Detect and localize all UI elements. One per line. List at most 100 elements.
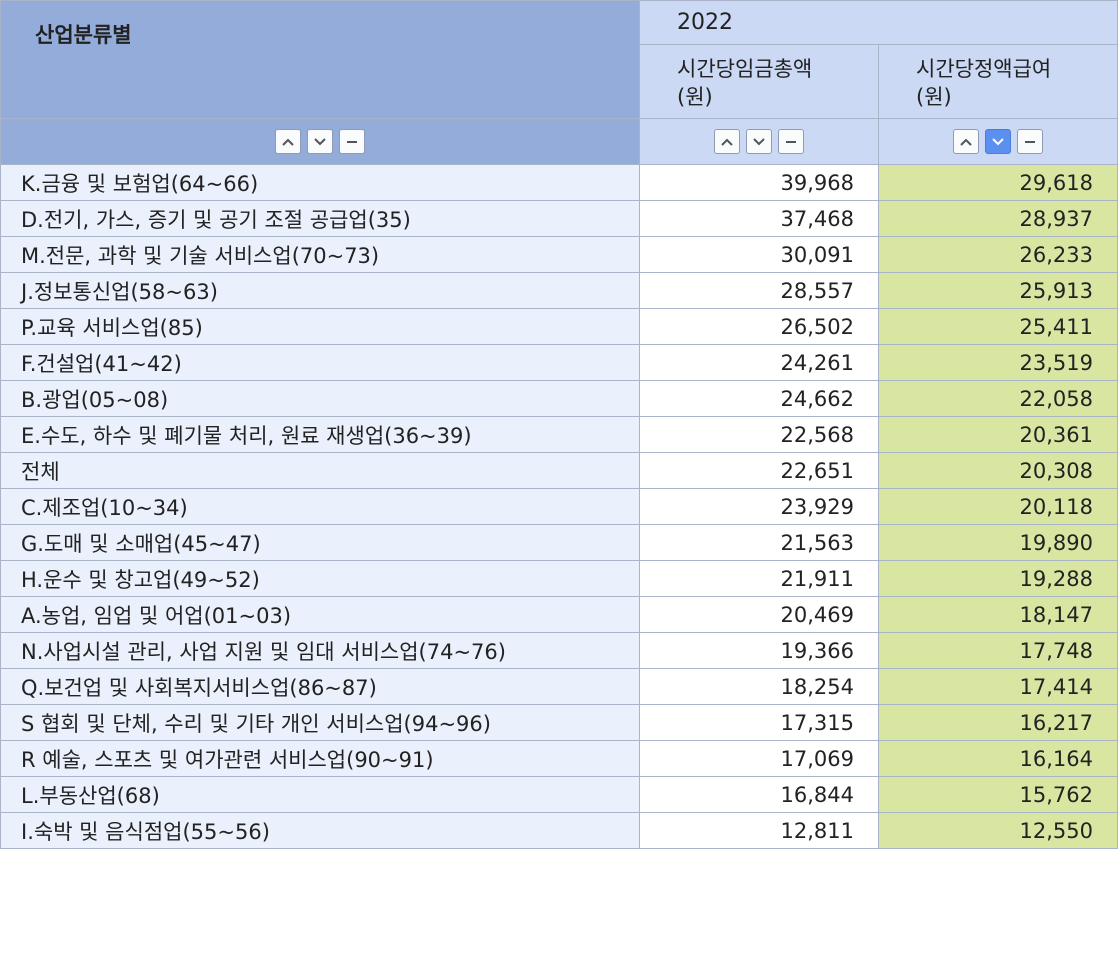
- row-total-wage-cell: 24,261: [639, 344, 879, 381]
- row-total-wage-cell: 20,469: [639, 596, 879, 633]
- table-row: D.전기, 가스, 증기 및 공기 조절 공급업(35) 37,468 28,937: [0, 200, 1118, 237]
- row-category-cell: S 협회 및 단체, 수리 및 기타 개인 서비스업(94~96): [0, 704, 640, 741]
- row-total-wage-cell: 26,502: [639, 308, 879, 345]
- sort-ascending-button[interactable]: [714, 129, 740, 154]
- row-category-cell: N.사업시설 관리, 사업 지원 및 임대 서비스업(74~76): [0, 632, 640, 669]
- row-fixed-wage-cell: 28,937: [878, 200, 1118, 237]
- row-category-cell: H.운수 및 창고업(49~52): [0, 560, 640, 597]
- row-fixed-wage-cell: 15,762: [878, 776, 1118, 813]
- table-row: 전체 22,651 20,308: [0, 452, 1118, 489]
- row-total-wage-cell: 17,315: [639, 704, 879, 741]
- minus-icon: [786, 140, 796, 143]
- row-category-cell: 전체: [0, 452, 640, 489]
- row-fixed-wage-cell: 26,233: [878, 236, 1118, 273]
- row-fixed-wage-cell: 20,118: [878, 488, 1118, 525]
- row-total-wage-cell: 21,911: [639, 560, 879, 597]
- row-category-cell: F.건설업(41~42): [0, 344, 640, 381]
- chevron-down-icon: [314, 137, 326, 145]
- row-total-wage-cell: 12,811: [639, 812, 879, 849]
- table-row: R 예술, 스포츠 및 여가관련 서비스업(90~91) 17,069 16,164: [0, 740, 1118, 777]
- row-fixed-wage-cell: 29,618: [878, 164, 1118, 201]
- row-fixed-wage-cell: 17,748: [878, 632, 1118, 669]
- row-total-wage-cell: 21,563: [639, 524, 879, 561]
- sort-none-button[interactable]: [1017, 129, 1043, 154]
- table-row: N.사업시설 관리, 사업 지원 및 임대 서비스업(74~76) 19,366 1…: [0, 632, 1118, 669]
- row-total-wage-cell: 22,651: [639, 452, 879, 489]
- row-fixed-wage-cell: 22,058: [878, 380, 1118, 417]
- chevron-up-icon: [282, 138, 294, 146]
- chevron-up-icon: [721, 138, 733, 146]
- table-row: K.금융 및 보험업(64~66) 39,968 29,618: [0, 164, 1118, 201]
- row-fixed-wage-cell: 20,361: [878, 416, 1118, 453]
- row-category-cell: A.농업, 임업 및 어업(01~03): [0, 596, 640, 633]
- chevron-up-icon: [960, 138, 972, 146]
- sort-descending-button[interactable]: [307, 129, 333, 154]
- category-header-label: 산업분류별: [35, 23, 132, 47]
- row-category-cell: D.전기, 가스, 증기 및 공기 조절 공급업(35): [0, 200, 640, 237]
- table-row: E.수도, 하수 및 폐기물 처리, 원료 재생업(36~39) 22,568 20…: [0, 416, 1118, 453]
- row-total-wage-cell: 19,366: [639, 632, 879, 669]
- row-category-cell: C.제조업(10~34): [0, 488, 640, 525]
- chevron-down-icon: [992, 137, 1004, 145]
- row-fixed-wage-cell: 20,308: [878, 452, 1118, 489]
- stats-table: 산업분류별 2022 시간당임금총액 (원) 시간당정액급여 (원) K.금융 …: [0, 0, 1118, 849]
- table-row: J.정보통신업(58~63) 28,557 25,913: [0, 272, 1118, 309]
- column-header-label: 시간당정액급여 (원): [916, 57, 1052, 109]
- row-total-wage-cell: 37,468: [639, 200, 879, 237]
- table-row: H.운수 및 창고업(49~52) 21,911 19,288: [0, 560, 1118, 597]
- category-sort-controls: [0, 118, 640, 165]
- row-total-wage-cell: 23,929: [639, 488, 879, 525]
- row-total-wage-cell: 17,069: [639, 740, 879, 777]
- sort-ascending-button[interactable]: [275, 129, 301, 154]
- row-fixed-wage-cell: 19,288: [878, 560, 1118, 597]
- row-fixed-wage-cell: 23,519: [878, 344, 1118, 381]
- sort-descending-button-active[interactable]: [985, 129, 1011, 154]
- minus-icon: [1025, 140, 1035, 143]
- table-row: M.전문, 과학 및 기술 서비스업(70~73) 30,091 26,233: [0, 236, 1118, 273]
- row-category-cell: J.정보통신업(58~63): [0, 272, 640, 309]
- chevron-down-icon: [753, 137, 765, 145]
- column-header-label: 시간당임금총액 (원): [677, 57, 813, 109]
- row-fixed-wage-cell: 18,147: [878, 596, 1118, 633]
- column-header-fixed-wage: 시간당정액급여 (원): [878, 44, 1118, 119]
- sort-ascending-button[interactable]: [953, 129, 979, 154]
- row-category-cell: B.광업(05~08): [0, 380, 640, 417]
- row-category-cell: Q.보건업 및 사회복지서비스업(86~87): [0, 668, 640, 705]
- sort-none-button[interactable]: [778, 129, 804, 154]
- row-total-wage-cell: 28,557: [639, 272, 879, 309]
- table-row: G.도매 및 소매업(45~47) 21,563 19,890: [0, 524, 1118, 561]
- row-total-wage-cell: 16,844: [639, 776, 879, 813]
- row-category-cell: L.부동산업(68): [0, 776, 640, 813]
- table-row: I.숙박 및 음식점업(55~56) 12,811 12,550: [0, 812, 1118, 849]
- row-category-cell: E.수도, 하수 및 폐기물 처리, 원료 재생업(36~39): [0, 416, 640, 453]
- sort-descending-button[interactable]: [746, 129, 772, 154]
- sort-none-button[interactable]: [339, 129, 365, 154]
- row-total-wage-cell: 30,091: [639, 236, 879, 273]
- row-total-wage-cell: 22,568: [639, 416, 879, 453]
- table-row: Q.보건업 및 사회복지서비스업(86~87) 18,254 17,414: [0, 668, 1118, 705]
- table-row: B.광업(05~08) 24,662 22,058: [0, 380, 1118, 417]
- total-wage-sort-controls: [639, 118, 879, 165]
- table-row: L.부동산업(68) 16,844 15,762: [0, 776, 1118, 813]
- fixed-wage-sort-controls: [878, 118, 1118, 165]
- category-header: 산업분류별: [0, 0, 640, 119]
- row-total-wage-cell: 18,254: [639, 668, 879, 705]
- row-category-cell: I.숙박 및 음식점업(55~56): [0, 812, 640, 849]
- row-fixed-wage-cell: 16,217: [878, 704, 1118, 741]
- table-row: C.제조업(10~34) 23,929 20,118: [0, 488, 1118, 525]
- row-category-cell: M.전문, 과학 및 기술 서비스업(70~73): [0, 236, 640, 273]
- row-total-wage-cell: 39,968: [639, 164, 879, 201]
- row-fixed-wage-cell: 25,913: [878, 272, 1118, 309]
- row-category-cell: G.도매 및 소매업(45~47): [0, 524, 640, 561]
- year-label: 2022: [677, 10, 733, 35]
- row-fixed-wage-cell: 19,890: [878, 524, 1118, 561]
- column-header-total-wage: 시간당임금총액 (원): [639, 44, 879, 119]
- row-fixed-wage-cell: 17,414: [878, 668, 1118, 705]
- year-header: 2022: [639, 0, 1118, 45]
- row-fixed-wage-cell: 16,164: [878, 740, 1118, 777]
- row-category-cell: P.교육 서비스업(85): [0, 308, 640, 345]
- table-body: K.금융 및 보험업(64~66) 39,968 29,618 D.전기, 가스, 증…: [0, 164, 1118, 849]
- minus-icon: [347, 140, 357, 143]
- table-row: F.건설업(41~42) 24,261 23,519: [0, 344, 1118, 381]
- row-fixed-wage-cell: 12,550: [878, 812, 1118, 849]
